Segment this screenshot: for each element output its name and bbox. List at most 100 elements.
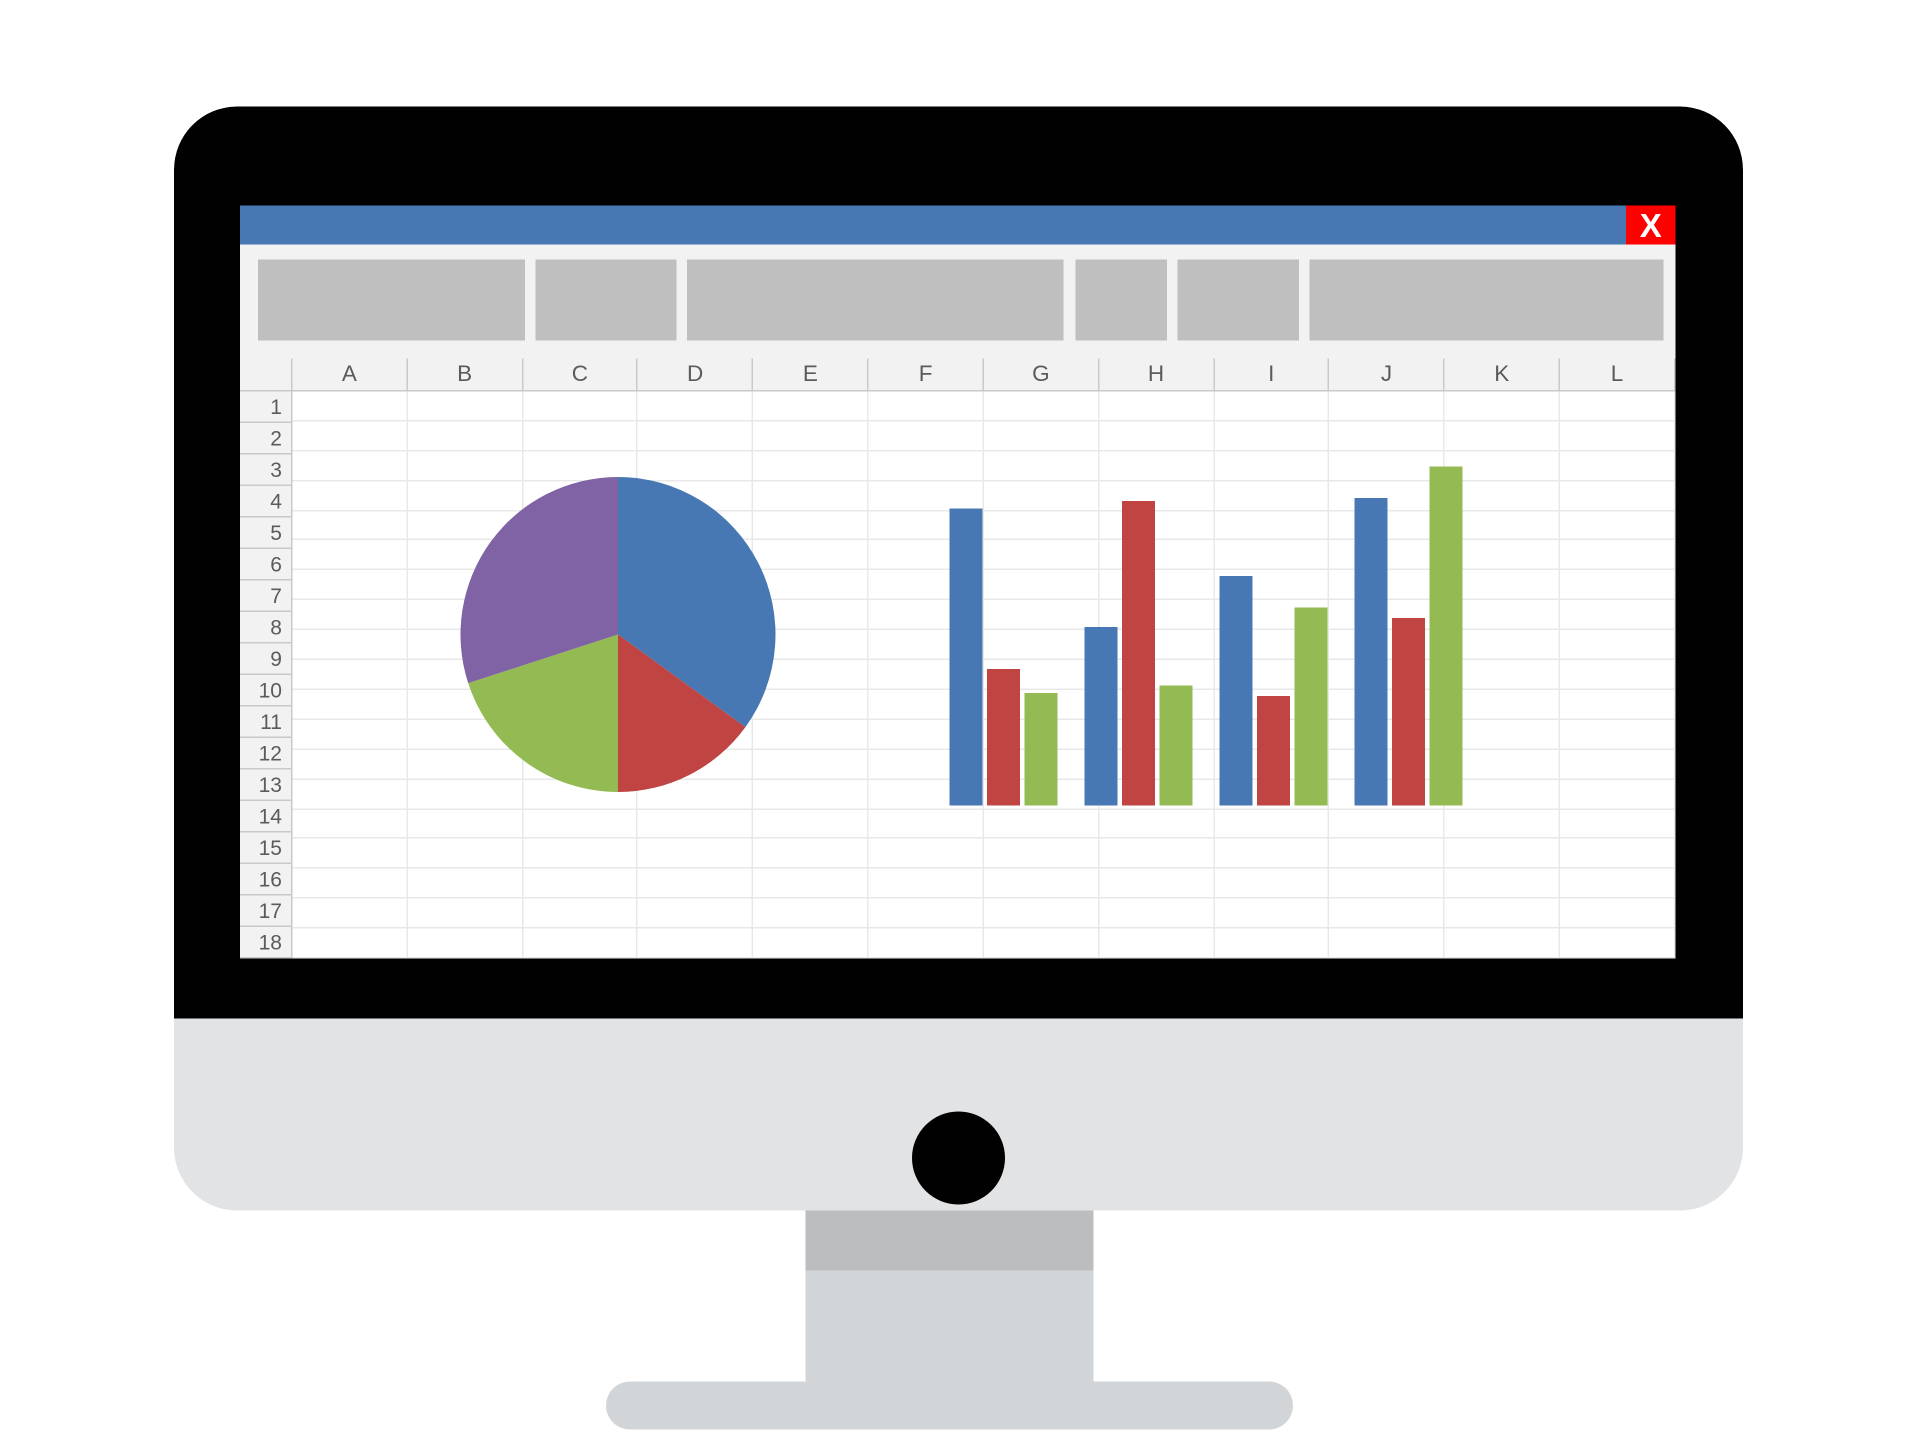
cell[interactable] — [638, 511, 753, 541]
cell[interactable] — [1445, 571, 1560, 601]
cell[interactable] — [869, 809, 984, 839]
row-header[interactable]: 7 — [240, 581, 293, 613]
cell[interactable] — [869, 571, 984, 601]
cell[interactable] — [1445, 750, 1560, 780]
cell[interactable] — [408, 839, 523, 869]
ribbon-group[interactable] — [1076, 260, 1168, 341]
cell[interactable] — [408, 511, 523, 541]
cell[interactable] — [1214, 869, 1329, 899]
column-header[interactable]: D — [638, 359, 753, 392]
cell[interactable] — [984, 660, 1099, 690]
cell[interactable] — [523, 720, 638, 750]
cell[interactable] — [1445, 541, 1560, 571]
cell[interactable] — [1330, 451, 1445, 481]
cell[interactable] — [1330, 600, 1445, 630]
cell[interactable] — [1214, 600, 1329, 630]
cell[interactable] — [293, 421, 408, 451]
row-header[interactable]: 9 — [240, 644, 293, 676]
cell[interactable] — [523, 421, 638, 451]
cell[interactable] — [1214, 421, 1329, 451]
cell[interactable] — [1099, 720, 1214, 750]
cell[interactable] — [869, 421, 984, 451]
cell[interactable] — [1560, 660, 1675, 690]
cell[interactable] — [984, 899, 1099, 929]
cell[interactable] — [638, 720, 753, 750]
cell[interactable] — [753, 392, 868, 422]
cell[interactable] — [753, 541, 868, 571]
cell[interactable] — [753, 839, 868, 869]
row-header[interactable]: 11 — [240, 707, 293, 739]
cell[interactable] — [753, 451, 868, 481]
cell[interactable] — [869, 869, 984, 899]
cell[interactable] — [408, 869, 523, 899]
column-header[interactable]: B — [408, 359, 523, 392]
cell[interactable] — [1214, 630, 1329, 660]
cell[interactable] — [1560, 392, 1675, 422]
cell[interactable] — [1445, 600, 1560, 630]
cell[interactable] — [638, 571, 753, 601]
cell[interactable] — [1560, 630, 1675, 660]
cell[interactable] — [1560, 809, 1675, 839]
cell[interactable] — [1445, 809, 1560, 839]
cell[interactable] — [1099, 690, 1214, 720]
cell[interactable] — [293, 600, 408, 630]
cell[interactable] — [408, 630, 523, 660]
cell[interactable] — [1330, 541, 1445, 571]
cell[interactable] — [293, 660, 408, 690]
cell[interactable] — [753, 869, 868, 899]
cell[interactable] — [1445, 690, 1560, 720]
cell[interactable] — [408, 690, 523, 720]
cell[interactable] — [869, 600, 984, 630]
cell[interactable] — [523, 929, 638, 959]
cell[interactable] — [638, 690, 753, 720]
cell[interactable] — [1099, 392, 1214, 422]
cell[interactable] — [984, 720, 1099, 750]
cell[interactable] — [1099, 929, 1214, 959]
cell[interactable] — [293, 929, 408, 959]
cell[interactable] — [984, 750, 1099, 780]
cell[interactable] — [869, 839, 984, 869]
cell[interactable] — [1214, 571, 1329, 601]
cell[interactable] — [293, 571, 408, 601]
cell[interactable] — [1099, 421, 1214, 451]
cell[interactable] — [1560, 750, 1675, 780]
cell[interactable] — [293, 392, 408, 422]
cell[interactable] — [869, 929, 984, 959]
cell[interactable] — [1330, 511, 1445, 541]
cell[interactable] — [1330, 899, 1445, 929]
cell[interactable] — [408, 809, 523, 839]
cell[interactable] — [523, 571, 638, 601]
ribbon-group[interactable] — [1310, 260, 1664, 341]
cell[interactable] — [408, 421, 523, 451]
cell[interactable] — [523, 392, 638, 422]
cell[interactable] — [1560, 869, 1675, 899]
cell[interactable] — [984, 690, 1099, 720]
cell[interactable] — [1445, 779, 1560, 809]
cell[interactable] — [1214, 481, 1329, 511]
cell[interactable] — [1560, 421, 1675, 451]
column-header[interactable]: C — [523, 359, 638, 392]
cell[interactable] — [1330, 481, 1445, 511]
cell[interactable] — [984, 869, 1099, 899]
cell[interactable] — [293, 899, 408, 929]
cell[interactable] — [1445, 929, 1560, 959]
cell[interactable] — [1214, 451, 1329, 481]
column-header[interactable]: J — [1330, 359, 1445, 392]
cell[interactable] — [1214, 929, 1329, 959]
cell[interactable] — [1214, 541, 1329, 571]
cell[interactable] — [638, 392, 753, 422]
cell[interactable] — [753, 750, 868, 780]
cell[interactable] — [1330, 720, 1445, 750]
cell[interactable] — [1445, 899, 1560, 929]
cell[interactable] — [869, 541, 984, 571]
cell[interactable] — [293, 809, 408, 839]
cell[interactable] — [869, 392, 984, 422]
cell[interactable] — [638, 600, 753, 630]
column-header[interactable]: H — [1099, 359, 1214, 392]
cell[interactable] — [523, 899, 638, 929]
cell[interactable] — [869, 899, 984, 929]
row-header[interactable]: 17 — [240, 896, 293, 928]
cell[interactable] — [1214, 511, 1329, 541]
cell[interactable] — [293, 690, 408, 720]
cell[interactable] — [1214, 720, 1329, 750]
